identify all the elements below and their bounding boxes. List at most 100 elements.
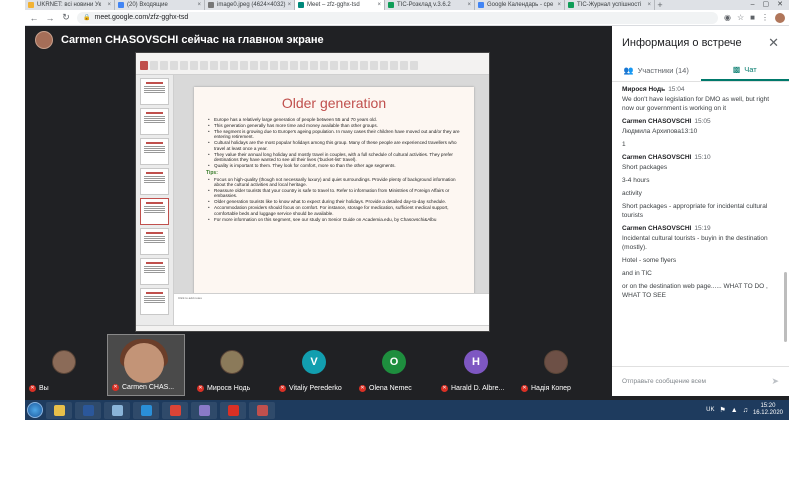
- tab-close-icon[interactable]: ×: [195, 2, 201, 8]
- tab-chat-label: Чат: [744, 65, 757, 74]
- chat-icon: ▩: [732, 65, 741, 74]
- profile-avatar[interactable]: [775, 12, 785, 23]
- network-icon[interactable]: ▲: [731, 407, 738, 414]
- browser-tab[interactable]: UKRNET: всі новини Ук ×: [25, 0, 115, 10]
- taskbar-edge-button[interactable]: [133, 401, 159, 419]
- flag-icon[interactable]: ⚑: [720, 406, 726, 414]
- mic-off-icon: ✕: [279, 385, 286, 392]
- camera-icon[interactable]: ◉: [724, 13, 731, 22]
- thumbnail-title-bar: [146, 82, 163, 84]
- taskbar-explorer-button[interactable]: [46, 401, 72, 419]
- back-icon[interactable]: ←: [29, 13, 39, 23]
- slide-thumbnail[interactable]: [140, 168, 169, 195]
- thumbnail-text-line: [143, 88, 166, 89]
- tab-chat[interactable]: ▩ Чат: [700, 60, 789, 81]
- thumbnail-text-line: [143, 266, 166, 267]
- participant-avatar: O: [382, 350, 406, 374]
- tab-strip: UKRNET: всі новини Ук × (20) Входящие × imag…: [25, 0, 789, 10]
- tab-close-icon[interactable]: ×: [465, 2, 471, 8]
- tab-close-icon[interactable]: ×: [286, 2, 292, 8]
- tab-close-icon[interactable]: ×: [375, 2, 381, 8]
- minimize-icon[interactable]: –: [751, 0, 755, 10]
- thumbnail-text-line: [143, 178, 166, 179]
- slide-tip: For more information on this segment, se…: [206, 217, 462, 223]
- presenter-banner-text: Carmen CHASOVSCHI сейчас на главном экра…: [61, 34, 324, 46]
- new-tab-icon[interactable]: +: [655, 0, 665, 10]
- tab-favicon-icon: [388, 2, 394, 8]
- address-bar[interactable]: 🔒 meet.google.com/zfz-gghx-tsd: [77, 11, 718, 24]
- taskbar-powerpoint-button[interactable]: [249, 401, 275, 419]
- taskbar-acrobat-button[interactable]: [220, 401, 246, 419]
- forward-icon[interactable]: →: [45, 13, 55, 23]
- thumbnail-title-bar: [146, 142, 163, 144]
- slide-thumbnail[interactable]: [140, 78, 169, 105]
- reload-icon[interactable]: ↻: [61, 12, 71, 23]
- participant-tile[interactable]: ✕ Надія Копер: [517, 334, 595, 396]
- clock-time: 15:20: [760, 403, 776, 409]
- participant-tile[interactable]: ✕ Вы: [25, 334, 103, 396]
- language-indicator[interactable]: UK: [706, 407, 714, 413]
- taskbar-other-button[interactable]: [191, 401, 217, 419]
- extensions-icon[interactable]: ■: [750, 13, 755, 22]
- slide-thumbnail[interactable]: [140, 138, 169, 165]
- star-icon[interactable]: ☆: [737, 13, 744, 22]
- slide-thumbnail[interactable]: [140, 258, 169, 285]
- tab-title: Meet – zfz-gghx-tsd: [307, 2, 360, 8]
- chat-sender: Carmen CHASOVSCHI 15:10: [622, 154, 779, 161]
- chat-message: Carmen CHASOVSCHI 15:05 Людмила Архипова13…: [622, 118, 779, 149]
- chat-scrollbar[interactable]: [784, 272, 787, 342]
- slide-thumbnail[interactable]: [140, 108, 169, 135]
- chat-message: Мирося Нодь 15:04 We don't have legislatio…: [622, 86, 779, 113]
- participant-avatar: [52, 350, 76, 374]
- browser-tab[interactable]: image0.jpeg (4624×4032) ×: [205, 0, 295, 10]
- thumbnail-text-line: [143, 240, 166, 241]
- chat-sender: Carmen CHASOVSCHI 15:05: [622, 118, 779, 125]
- thumbnail-text-line: [143, 206, 166, 207]
- chat-message: Carmen CHASOVSCHI 15:10 Short packages 3-4 …: [622, 154, 779, 220]
- thumbnail-text-line: [143, 300, 166, 301]
- slide-thumbnail[interactable]: [140, 228, 169, 255]
- participant-tile[interactable]: ✕ Миросв Нодь: [193, 334, 271, 396]
- volume-icon[interactable]: ♫: [743, 407, 748, 414]
- browser-tab[interactable]: TIC-Розклад v.3.6.2 ×: [385, 0, 475, 10]
- taskbar-word-button[interactable]: [75, 401, 101, 419]
- slide-thumbnail[interactable]: [140, 288, 169, 315]
- tab-close-icon[interactable]: ×: [105, 2, 111, 8]
- tab-participants-label: Участники (14): [637, 66, 689, 75]
- slide-title: Older generation: [281, 95, 387, 111]
- start-button[interactable]: [27, 402, 43, 418]
- tab-participants[interactable]: 👥 Участники (14): [612, 60, 701, 81]
- word-icon: [82, 404, 94, 416]
- taskbar-apps: [46, 401, 275, 419]
- participant-tile[interactable]: V ✕ Vitaliy Perederko: [275, 334, 353, 396]
- menu-icon[interactable]: ⋮: [761, 13, 769, 22]
- participant-strip: ✕ Вы ✕ Carmen CHAS... ✕ Миросв Нодь V ✕ Vitaliy …: [25, 334, 615, 396]
- tab-close-icon[interactable]: ×: [645, 2, 651, 8]
- participant-tile[interactable]: O ✕ Olena Nemec: [355, 334, 433, 396]
- participant-name-text: Миросв Нодь: [207, 385, 251, 392]
- browser-tab[interactable]: Meet – zfz-gghx-tsd ×: [295, 0, 385, 10]
- slide-thumbnail[interactable]: [140, 198, 169, 225]
- chat-messages[interactable]: Мирося Нодь 15:04 We don't have legislatio…: [612, 82, 789, 362]
- chat-input[interactable]: Отправьте сообщение всем ➤: [612, 366, 789, 396]
- participant-tile[interactable]: ✕ Carmen CHAS...: [107, 334, 185, 396]
- slide-tip: Reassure older tourists that your countr…: [206, 188, 462, 199]
- maximize-icon[interactable]: ▢: [763, 0, 770, 10]
- chrome-icon: [169, 404, 181, 416]
- slide-thumbnails: [136, 75, 174, 331]
- close-icon[interactable]: ✕: [768, 35, 779, 51]
- clock[interactable]: 15:20 16.12.2020: [753, 403, 783, 417]
- tab-title: TIC-Розклад v.3.6.2: [397, 2, 451, 8]
- browser-tab[interactable]: Google Календарь - сре ×: [475, 0, 565, 10]
- thumbnail-text-line: [143, 148, 166, 149]
- send-icon[interactable]: ➤: [771, 376, 779, 387]
- browser-tab[interactable]: (20) Входящие ×: [115, 0, 205, 10]
- window-close-icon[interactable]: ✕: [777, 0, 783, 10]
- slide-bullet: This generation generally has more time …: [206, 123, 462, 129]
- taskbar-chrome-button[interactable]: [162, 401, 188, 419]
- participant-tile[interactable]: H ✕ Harald D. Albre...: [437, 334, 515, 396]
- taskbar-notepad-button[interactable]: [104, 401, 130, 419]
- thumbnail-title-bar: [146, 262, 163, 264]
- browser-tab[interactable]: TIC-Журнал успішності ×: [565, 0, 655, 10]
- tab-close-icon[interactable]: ×: [555, 2, 561, 8]
